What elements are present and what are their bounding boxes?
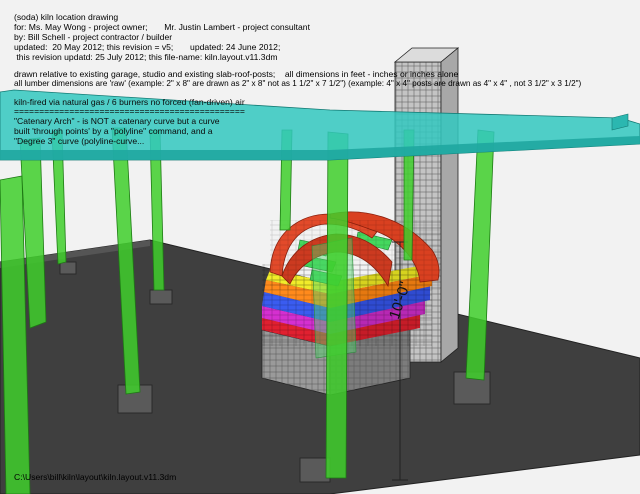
notes-line-2: all lumber dimensions are 'raw' (example… bbox=[14, 79, 582, 88]
file-path-label: C:\Users\bill\kiln\layout\kiln.layout.v1… bbox=[14, 472, 177, 482]
overlay-line-4: built 'through points' by a "polyline" c… bbox=[14, 126, 213, 136]
header-line-5: this revision updatd: 25 July 2012; this… bbox=[14, 52, 278, 62]
header-line-1: (soda) kiln location drawing bbox=[14, 12, 119, 22]
header-line-4: updated: 20 May 2012; this revision = v5… bbox=[14, 42, 281, 52]
overlay-line-3: "Catenary Arch" - is NOT a catenary curv… bbox=[14, 116, 220, 126]
notes-line-1: drawn relative to existing garage, studi… bbox=[14, 69, 459, 79]
header-line-3: by: Bill Schell - project contractor / b… bbox=[14, 32, 173, 42]
header-line-2: for: Ms. May Wong - project owner; Mr. J… bbox=[14, 22, 310, 32]
kiln-arch bbox=[269, 211, 440, 290]
overlay-line-2: ========================================… bbox=[14, 106, 245, 116]
overlay-line-5: "Degree 3" curve (polyline-curve... bbox=[14, 136, 145, 146]
